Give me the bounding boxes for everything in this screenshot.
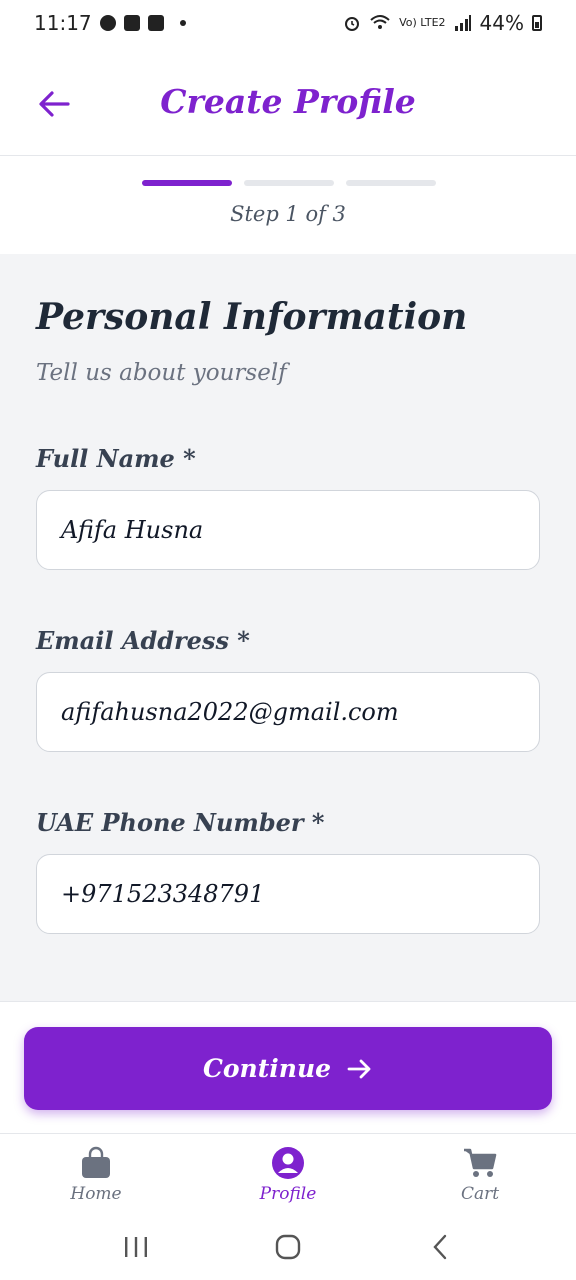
battery-icon	[532, 15, 542, 31]
progress-step-1	[142, 180, 232, 186]
section-title: Personal Information	[36, 296, 468, 338]
arrow-right-icon	[347, 1059, 371, 1078]
full-name-label: Full Name *	[36, 444, 196, 473]
nav-home[interactable]: Home	[16, 1134, 176, 1204]
page-title: Create Profile	[160, 82, 416, 121]
status-left: 11:17	[34, 11, 186, 35]
signal-icon	[454, 15, 471, 31]
user-circle-icon	[272, 1147, 304, 1179]
notification-dot-icon	[179, 20, 186, 26]
checkbox-icon	[123, 15, 140, 31]
nav-profile[interactable]: Profile	[208, 1134, 368, 1204]
nav-profile-label: Profile	[259, 1184, 317, 1204]
recent-apps-button[interactable]	[106, 1227, 166, 1267]
chat-icon	[99, 15, 116, 31]
email-label: Email Address *	[36, 626, 250, 655]
chevron-left-icon	[433, 1234, 447, 1260]
nav-cart-label: Cart	[460, 1184, 500, 1204]
action-bar: Continue	[0, 1002, 576, 1134]
bag-icon	[147, 15, 164, 31]
phone-label: UAE Phone Number *	[36, 808, 325, 837]
step-counter: Step 1 of 3	[230, 202, 346, 226]
home-circle-icon	[275, 1234, 301, 1260]
continue-label: Continue	[202, 1054, 332, 1083]
shopping-bag-icon	[82, 1146, 110, 1178]
recent-apps-icon	[125, 1237, 147, 1257]
progress-step-3	[346, 180, 436, 186]
cart-icon	[464, 1148, 497, 1177]
status-bar: 11:17 Vo) LTE2 44%	[0, 0, 576, 46]
status-right: Vo) LTE2 44%	[343, 11, 542, 35]
wifi-icon	[370, 15, 390, 29]
progress-step-2	[244, 180, 334, 186]
bottom-nav: Home Profile Cart	[0, 1134, 576, 1214]
app-header: Create Profile	[0, 46, 576, 156]
battery-percent: 44%	[479, 11, 524, 35]
system-nav-bar	[0, 1214, 576, 1280]
system-back-button[interactable]	[410, 1227, 470, 1267]
status-time: 11:17	[34, 11, 92, 35]
alarm-icon	[345, 17, 360, 31]
section-subtitle: Tell us about yourself	[36, 360, 287, 386]
phone-input[interactable]: +971523348791	[36, 854, 540, 934]
nav-home-label: Home	[70, 1184, 122, 1204]
personal-info-form: Personal Information Tell us about yours…	[0, 254, 576, 1002]
nav-cart[interactable]: Cart	[400, 1134, 560, 1204]
progress-indicator: Step 1 of 3	[0, 156, 576, 254]
email-input[interactable]: afifahusna2022@gmail.com	[36, 672, 540, 752]
continue-button[interactable]: Continue	[24, 1027, 552, 1110]
home-button[interactable]	[258, 1227, 318, 1267]
progress-bars	[142, 180, 436, 186]
network-label: Vo) LTE2	[399, 16, 446, 29]
full-name-input[interactable]: Afifa Husna	[36, 490, 540, 570]
